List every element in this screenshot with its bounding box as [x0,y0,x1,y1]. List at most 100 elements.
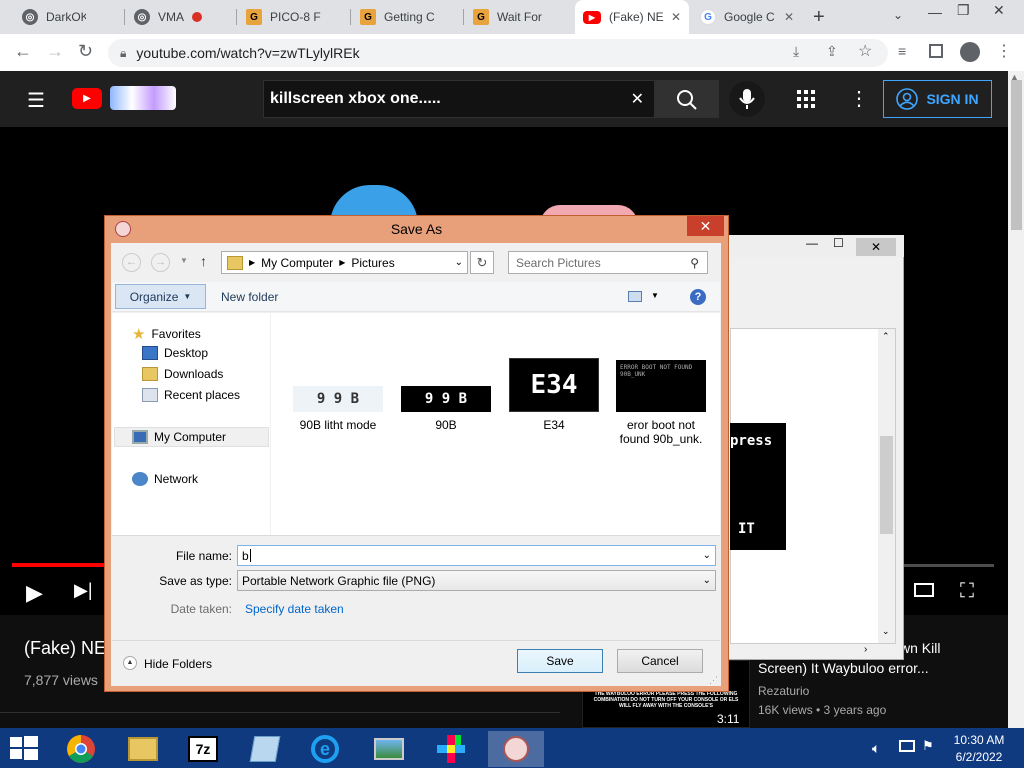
youtube-search-input[interactable]: killscreen xbox one..... ✕ [263,80,655,118]
file-item[interactable]: 9 9 B 90B [396,386,496,432]
file-item[interactable]: ERROR BOOT NOT FOUND 90B_UNK eror boot n… [611,360,711,446]
nav-back-icon[interactable]: ← [122,253,141,272]
bg-close-icon[interactable]: ✕ [856,238,896,256]
location-bar[interactable]: ▶ My Computer ▶ Pictures ⌄ [221,251,468,274]
view-dropdown-icon[interactable]: ▼ [651,291,659,300]
tab-pico8[interactable]: G PICO-8 F [238,0,350,34]
menu-kebab-icon[interactable]: ⋮ [996,41,1012,61]
nav-my-computer[interactable]: My Computer [132,430,226,444]
progress-bar-played[interactable] [12,563,104,567]
play-icon[interactable]: ▶ [26,580,43,606]
bg-scroll-up-icon[interactable]: ⌃ [882,331,890,342]
voice-search-button[interactable] [729,81,765,117]
nav-desktop[interactable]: Desktop [142,346,208,360]
clock[interactable]: 10:30 AM 6/2/2022 [948,733,1010,764]
apps-grid-icon[interactable] [797,90,815,113]
help-icon[interactable]: ? [690,289,706,305]
refresh-icon[interactable]: ↻ [470,251,494,274]
bg-scroll-down-icon[interactable]: ⌄ [882,626,890,637]
related-channel[interactable]: Rezaturio [758,684,809,698]
search-button[interactable] [655,80,719,118]
doodle-logo[interactable] [110,86,176,110]
hide-folders-chevron-icon[interactable]: ▲ [123,656,137,670]
save-button[interactable]: Save [517,649,603,673]
start-button[interactable] [10,736,38,765]
nav-forward-icon[interactable]: → [151,253,170,272]
bg-minimize-icon[interactable]: — [806,236,818,250]
hamburger-menu-icon[interactable]: ☰ [27,88,45,113]
clear-search-icon[interactable]: ✕ [631,89,644,109]
bg-maximize-icon[interactable]: ☐ [833,236,844,250]
restore-icon[interactable]: ❐ [957,2,970,19]
organize-button[interactable]: Organize ▼ [115,284,206,309]
tab-google[interactable]: G Google C ✕ [692,0,802,34]
profile-avatar-icon[interactable] [960,42,980,62]
tab-darkok[interactable]: ◎ DarkOK [14,0,122,34]
related-title-2[interactable]: Screen) It Waybuloo error... [758,660,929,676]
window-close-icon[interactable]: ✕ [993,2,1005,19]
save-type-select[interactable]: Portable Network Graphic file (PNG) ⌄ [237,570,716,591]
resize-grip-icon[interactable]: ⋰ [709,675,718,686]
nav-network[interactable]: Network [132,472,198,486]
fullscreen-icon[interactable]: ⛶ [960,580,974,603]
settings-kebab-icon[interactable]: ⋮ [849,86,869,111]
side-panel-icon[interactable] [929,44,943,58]
sign-in-button[interactable]: SIGN IN [883,80,992,118]
new-tab-icon[interactable]: + [813,6,825,29]
address-bar[interactable]: 🔒︎ youtube.com/watch?v=zwTLylylREk [108,39,888,67]
taskbar-notepad[interactable] [240,731,290,767]
tab-search-icon[interactable]: ⌄ [893,8,903,22]
up-folder-icon[interactable]: ↑ [200,253,207,269]
tab-youtube-active[interactable]: ▶ (Fake) NE ✕ [575,0,689,34]
specify-date-link[interactable]: Specify date taken [245,602,344,616]
scrollbar-thumb[interactable] [1011,80,1022,230]
taskbar-chrome[interactable] [56,731,106,767]
network-status-icon[interactable] [899,740,915,752]
action-center-icon[interactable]: ⚑ [922,738,934,754]
theater-mode-icon[interactable] [914,583,934,597]
volume-icon[interactable]: 🔈︎ [872,740,880,757]
media-control-icon[interactable]: ≡ [898,43,906,59]
cancel-button[interactable]: Cancel [617,649,703,673]
search-pictures-input[interactable]: Search Pictures ⚲ [508,251,708,274]
hide-folders-button[interactable]: Hide Folders [144,657,212,671]
taskbar-pico8[interactable] [426,731,476,767]
breadcrumb-my-computer[interactable]: My Computer [261,256,333,270]
minimize-icon[interactable]: — [928,4,942,20]
recent-locations-icon[interactable]: ▼ [180,256,188,265]
taskbar-paint-active[interactable] [488,731,544,767]
close-tab-icon[interactable]: ✕ [671,10,681,24]
location-dropdown-icon[interactable]: ⌄ [455,257,463,268]
tab-wait-for[interactable]: G Wait For [465,0,575,34]
close-tab-icon[interactable]: ✕ [784,10,794,24]
back-icon[interactable]: ← [14,41,32,62]
reload-icon[interactable]: ↻ [78,41,93,62]
change-view-icon[interactable] [628,291,642,302]
breadcrumb-pictures[interactable]: Pictures [351,256,394,270]
new-folder-button[interactable]: New folder [221,290,278,304]
file-name-dropdown-icon[interactable]: ⌄ [703,550,711,561]
related-title-1[interactable]: wn Kill [900,640,940,656]
tab-getting[interactable]: G Getting C [352,0,462,34]
file-item[interactable]: 9 9 B 90B litht mode [288,386,388,432]
taskbar-photo-viewer[interactable] [364,731,414,767]
file-name-input[interactable]: b ⌄ [237,545,716,566]
bookmark-star-icon[interactable]: ☆ [858,41,872,61]
tab-vma[interactable]: ◎ VMA [126,0,236,34]
install-icon[interactable]: ⤓ [793,43,799,60]
file-item[interactable]: E34 E34 [504,358,604,432]
nav-downloads[interactable]: Downloads [142,367,223,381]
taskbar-7zip[interactable]: 7z [178,731,228,767]
taskbar-internet-explorer[interactable]: e [300,731,350,767]
youtube-logo-icon[interactable]: ▶ [72,88,102,109]
forward-icon[interactable]: → [46,41,64,62]
dialog-close-button[interactable]: ✕ [687,216,724,236]
nav-favorites[interactable]: ★ Favorites [132,325,201,343]
taskbar-file-explorer[interactable] [118,731,168,767]
save-type-dropdown-icon[interactable]: ⌄ [703,575,711,586]
nav-recent-places[interactable]: Recent places [142,388,240,402]
bg-scroll-right-icon[interactable]: › [864,644,867,655]
share-icon[interactable]: ⇪ [826,43,838,60]
bg-scrollbar-thumb[interactable] [880,436,893,534]
next-video-icon[interactable]: ▶| [74,580,93,601]
